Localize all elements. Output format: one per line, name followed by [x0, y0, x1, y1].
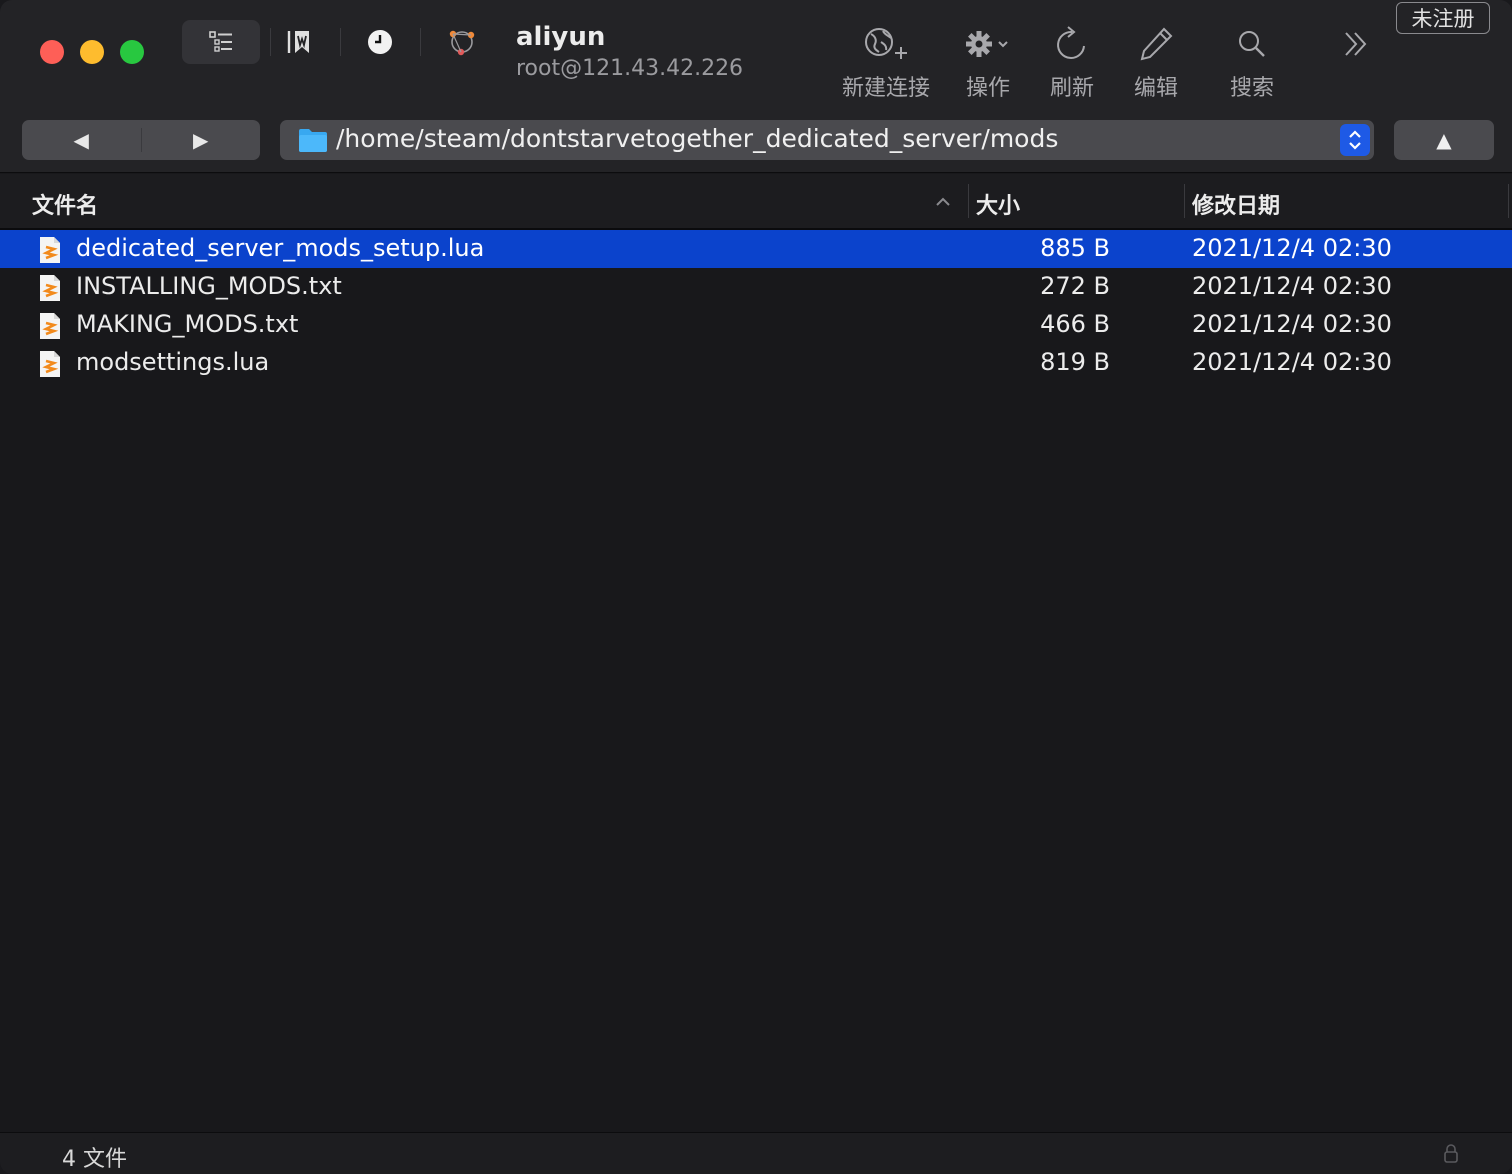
new-connection-button[interactable]: 新建连接 [836, 22, 936, 102]
lock-icon [1444, 1144, 1458, 1163]
gear-icon [966, 31, 1008, 57]
unregistered-badge[interactable]: 未注册 [1396, 2, 1490, 34]
file-name: modsettings.lua [76, 348, 270, 376]
path-selector[interactable]: /home/steam/dontstarvetogether_dedicated… [280, 120, 1374, 160]
search-label: 搜索 [1229, 76, 1274, 101]
double-chevron-right-icon [1345, 32, 1367, 56]
close-window-button[interactable] [40, 40, 64, 64]
file-size: 466 B [1040, 310, 1110, 338]
script-file-icon [40, 237, 60, 263]
transmit-window: aliyun root@121.43.42.226 新建连接 操作 刷新 编辑 … [0, 0, 1512, 1174]
status-bar: 4 文件 [0, 1132, 1512, 1174]
file-date: 2021/12/4 02:30 [1192, 272, 1392, 300]
file-row[interactable]: dedicated_server_mods_setup.lua 885 B 20… [0, 230, 1512, 268]
file-row[interactable]: MAKING_MODS.txt 466 B 2021/12/4 02:30 [0, 306, 1512, 344]
operations-label: 操作 [965, 76, 1010, 101]
edit-button[interactable]: 编辑 [1118, 22, 1194, 102]
bookmark-icon [287, 31, 309, 53]
toolbar-separator [270, 28, 271, 56]
file-name: dedicated_server_mods_setup.lua [76, 234, 485, 262]
operations-menu-button[interactable]: 操作 [950, 22, 1026, 102]
outline-view-button[interactable] [182, 20, 260, 64]
bookmarks-button[interactable] [280, 20, 318, 64]
column-separator[interactable] [1508, 184, 1509, 218]
clock-icon [368, 30, 392, 54]
bonjour-button[interactable] [440, 20, 484, 64]
column-header-name[interactable]: 文件名 [32, 188, 98, 220]
zoom-window-button[interactable] [120, 40, 144, 64]
more-toolbar-items-button[interactable] [1336, 26, 1376, 62]
search-button[interactable]: 搜索 [1214, 22, 1290, 102]
refresh-button[interactable]: 刷新 [1034, 22, 1110, 102]
toolbar: aliyun root@121.43.42.226 新建连接 操作 刷新 编辑 … [0, 0, 1512, 173]
sort-ascending-icon [934, 190, 952, 215]
connection-host: root@121.43.42.226 [516, 56, 744, 81]
current-path: /home/steam/dontstarvetogether_dedicated… [336, 124, 1059, 153]
file-size: 885 B [1040, 234, 1110, 262]
file-list-header: 文件名 大小 修改日期 [0, 174, 1512, 230]
search-icon [1239, 31, 1265, 57]
back-forward-control: ◀ ▶ [22, 120, 260, 160]
file-date: 2021/12/4 02:30 [1192, 234, 1392, 262]
file-date: 2021/12/4 02:30 [1192, 348, 1392, 376]
file-row[interactable]: INSTALLING_MODS.txt 272 B 2021/12/4 02:3… [0, 268, 1512, 306]
file-count: 4 文件 [62, 1147, 127, 1172]
script-file-icon [40, 313, 60, 339]
file-size: 272 B [1040, 272, 1110, 300]
file-list: dedicated_server_mods_setup.lua 885 B 20… [0, 230, 1512, 382]
new-connection-label: 新建连接 [841, 76, 930, 101]
script-file-icon [40, 351, 60, 377]
column-separator[interactable] [1184, 184, 1185, 218]
column-separator[interactable] [968, 184, 969, 218]
toolbar-separator [420, 28, 421, 56]
connection-name: aliyun [516, 22, 606, 52]
outline-list-icon [209, 31, 232, 52]
refresh-icon [1057, 26, 1085, 59]
refresh-label: 刷新 [1049, 76, 1094, 101]
file-name: MAKING_MODS.txt [76, 310, 299, 338]
script-file-icon [40, 275, 60, 301]
network-nodes-icon [449, 30, 475, 56]
file-date: 2021/12/4 02:30 [1192, 310, 1392, 338]
file-size: 819 B [1040, 348, 1110, 376]
folder-icon [299, 129, 327, 152]
history-button[interactable] [360, 20, 400, 64]
path-dropdown-stepper[interactable] [1340, 124, 1370, 156]
globe-plus-icon [865, 28, 907, 59]
file-name: INSTALLING_MODS.txt [76, 272, 342, 300]
edit-label: 编辑 [1133, 76, 1178, 101]
back-button[interactable]: ◀ [22, 120, 141, 160]
parent-folder-button[interactable]: ▲ [1394, 120, 1494, 160]
pencil-icon [1140, 27, 1173, 61]
toolbar-separator [340, 28, 341, 56]
minimize-window-button[interactable] [80, 40, 104, 64]
file-row[interactable]: modsettings.lua 819 B 2021/12/4 02:30 [0, 344, 1512, 382]
column-header-size[interactable]: 大小 [976, 188, 1020, 220]
forward-button[interactable]: ▶ [142, 120, 261, 160]
chevron-up-down-icon [1349, 130, 1361, 150]
column-header-date[interactable]: 修改日期 [1192, 188, 1280, 220]
